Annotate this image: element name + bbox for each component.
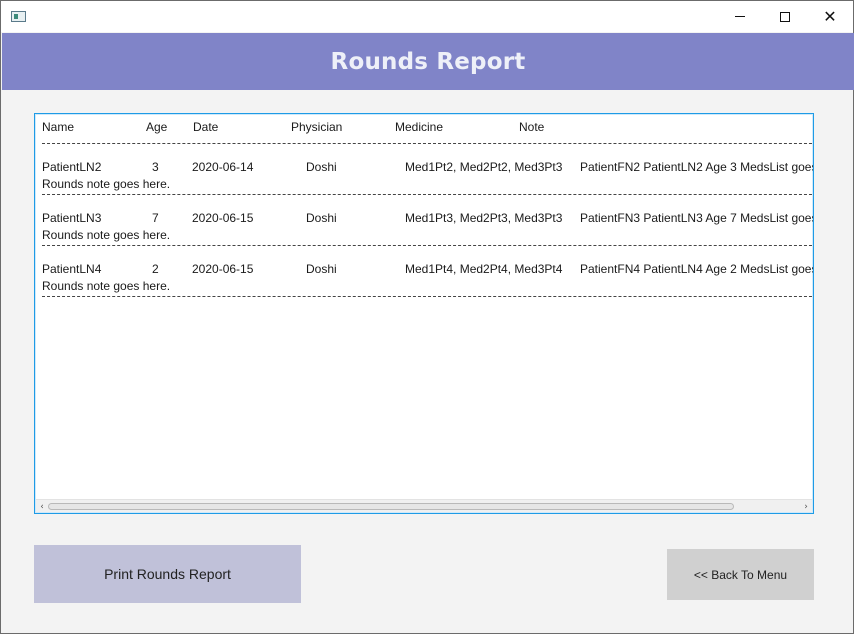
report-header-row: Name Age Date Physician Medicine Note [35, 114, 813, 144]
app-window-icon [11, 11, 26, 22]
print-rounds-report-button[interactable]: Print Rounds Report [34, 545, 301, 603]
row-age: 2 [152, 262, 159, 276]
row-date: 2020-06-15 [192, 262, 254, 276]
maximize-button[interactable] [762, 1, 808, 32]
row-note: PatientFN3 PatientLN3 Age 7 MedsList goe… [580, 211, 813, 225]
row-physician: Doshi [306, 211, 337, 225]
row-age: 3 [152, 160, 159, 174]
column-header-note: Note [519, 120, 545, 134]
row-medicine: Med1Pt2, Med2Pt2, Med3Pt3 [405, 160, 563, 174]
row-age: 7 [152, 211, 159, 225]
row-note-line2: Rounds note goes here. [42, 177, 171, 191]
close-button[interactable]: ✕ [807, 1, 853, 32]
row-physician: Doshi [306, 160, 337, 174]
minimize-button[interactable] [717, 1, 763, 32]
row-medicine: Med1Pt3, Med2Pt3, Med3Pt3 [405, 211, 563, 225]
column-header-medicine: Medicine [395, 120, 444, 134]
close-icon: ✕ [823, 6, 837, 26]
row-divider [42, 194, 813, 195]
row-physician: Doshi [306, 262, 337, 276]
row-name: PatientLN4 [42, 262, 102, 276]
horizontal-scrollbar[interactable]: ‹ › [36, 499, 812, 512]
column-header-name: Name [42, 120, 75, 134]
maximize-icon [780, 11, 790, 22]
column-header-physician: Physician [291, 120, 343, 134]
row-note: PatientFN4 PatientLN4 Age 2 MedsList goe… [580, 262, 813, 276]
row-divider [42, 245, 813, 246]
row-note-line2: Rounds note goes here. [42, 279, 171, 293]
scroll-left-icon[interactable]: ‹ [36, 500, 48, 513]
row-date: 2020-06-15 [192, 211, 254, 225]
row-divider [42, 296, 813, 297]
row-medicine: Med1Pt4, Med2Pt4, Med3Pt4 [405, 262, 563, 276]
column-header-date: Date [193, 120, 219, 134]
report-text-area[interactable]: Name Age Date Physician Medicine Note Pa… [34, 113, 814, 514]
page-header: Rounds Report [2, 33, 854, 90]
row-divider [42, 143, 813, 144]
row-note: PatientFN2 PatientLN2 Age 3 MedsList goe… [580, 160, 813, 174]
row-note-line2: Rounds note goes here. [42, 228, 171, 242]
scroll-right-icon[interactable]: › [800, 500, 812, 513]
minimize-icon [735, 16, 745, 17]
column-header-age: Age [146, 120, 168, 134]
scrollbar-thumb[interactable] [48, 503, 734, 510]
row-date: 2020-06-14 [192, 160, 254, 174]
app-window: ✕ Rounds Report Name Age Date Physician … [0, 0, 854, 634]
title-bar: ✕ [1, 1, 853, 32]
back-to-menu-button[interactable]: << Back To Menu [667, 549, 814, 600]
report-content: Name Age Date Physician Medicine Note Pa… [35, 114, 813, 500]
page-title: Rounds Report [330, 48, 526, 75]
row-name: PatientLN2 [42, 160, 102, 174]
row-name: PatientLN3 [42, 211, 102, 225]
